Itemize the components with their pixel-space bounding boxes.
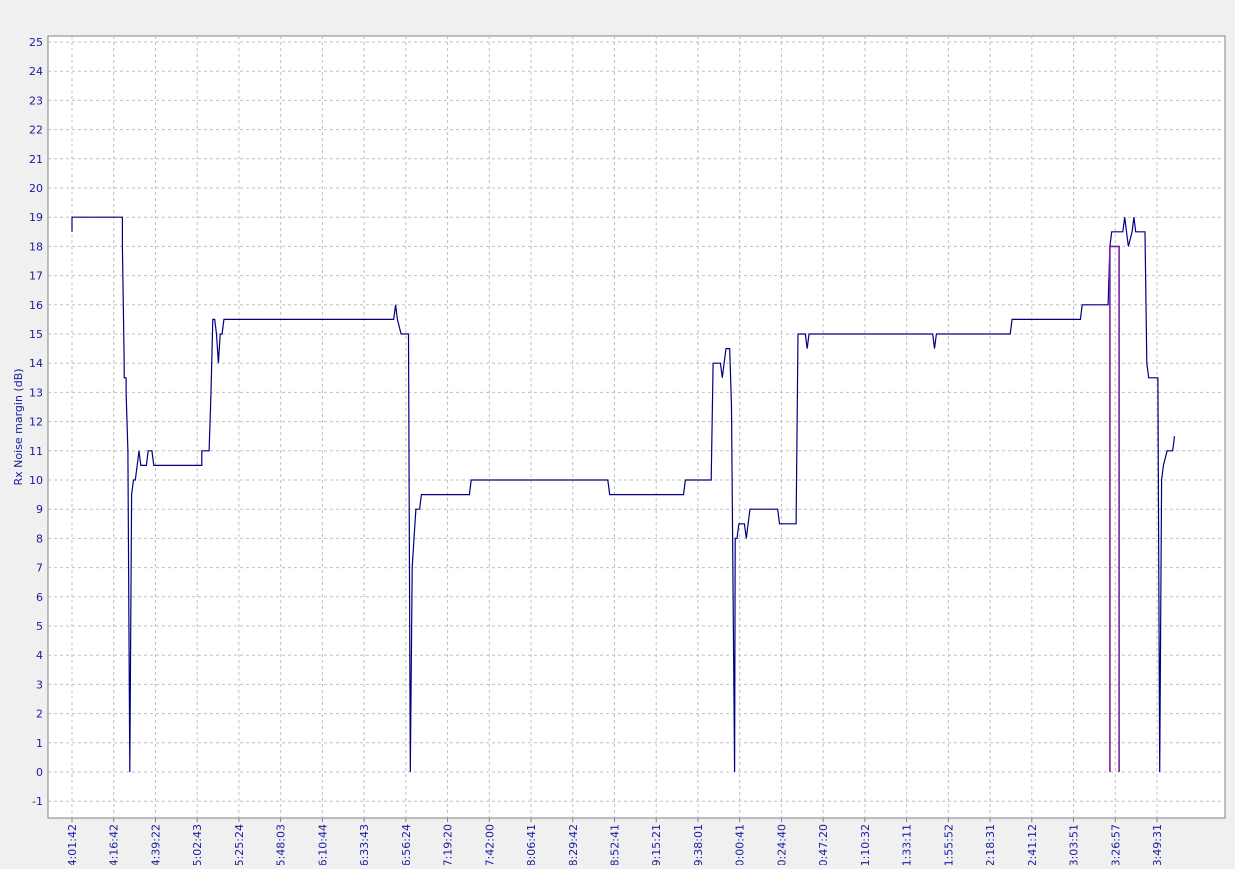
x-tick-label: 17:19:20 [442,824,455,865]
y-tick-label: 22 [29,124,43,137]
y-tick-label: -1 [32,795,43,808]
x-tick-label: 19:38:01 [692,824,705,865]
x-tick-label: 23:26:57 [1109,824,1122,865]
y-tick-label: 8 [36,532,43,545]
y-tick-label: 1 [36,737,43,750]
y-tick-label: 7 [36,562,43,575]
chart-svg: -101234567891011121314151617181920212223… [12,35,1226,869]
y-tick-label: 21 [29,153,43,166]
chart: -1 0 1 2 3 4 5 6 7 8 9 10 11 12 13 14 15 16 17 18 19 20 21 22 23… [0,0,1235,869]
x-tick-label: 20:47:20 [817,824,830,865]
x-tick-label: 21:55:52 [942,824,955,865]
x-tick-label: 14:01:42 [66,824,79,865]
x-tick-label: 15:02:43 [191,824,204,865]
y-axis-label: Rx Noise margin (dB) [12,368,25,485]
y-tick-label: 14 [29,357,43,370]
x-tick-label: 20:00:41 [734,824,747,865]
y-tick-label: 13 [29,386,43,399]
x-tick-label: 15:25:24 [233,824,246,865]
y-tick-label: 15 [29,328,43,341]
x-tick-label: 14:39:22 [149,824,162,865]
x-tick-label: 19:15:21 [650,824,663,865]
x-tick-label: 21:10:32 [859,824,872,865]
y-tick-label: 10 [29,474,43,487]
plot-area [47,35,1226,819]
y-tick-label: 12 [29,416,43,429]
x-tick-label: 18:06:41 [525,824,538,865]
y-tick-label: 0 [36,766,43,779]
y-tick-label: 24 [29,65,43,78]
y-tick-label: 19 [29,211,43,224]
y-tick-labels: -101234567891011121314151617181920212223… [29,36,43,808]
x-tick-label: 18:29:42 [567,824,580,865]
y-tick-label: 18 [29,240,43,253]
x-tick-label: 18:52:41 [609,824,622,865]
x-tick-label: 23:03:51 [1068,824,1081,865]
x-tick-label: 22:41:12 [1026,824,1039,865]
y-tick-label: 17 [29,270,43,283]
x-tick-label: 16:10:44 [316,824,329,865]
x-tick-label: 20:24:40 [775,824,788,865]
y-tick-label: 16 [29,299,43,312]
y-tick-label: 25 [29,36,43,49]
y-tick-label: 6 [36,591,43,604]
y-tick-label: 2 [36,708,43,721]
y-tick-label: 9 [36,503,43,516]
x-tick-label: 16:33:43 [358,824,371,865]
x-tick-label: 22:18:31 [984,824,997,865]
y-tick-label: 4 [36,649,43,662]
x-tick-label: 15:48:03 [275,824,288,865]
y-tick-label: 3 [36,678,43,691]
x-tick-label: 21:33:11 [901,824,914,865]
x-tick-label: 14:16:42 [108,824,121,865]
x-tick-labels: 14:01:42 14:16:42 14:39:22 15:02:43 15:25:24… [66,818,1164,869]
y-tick-label: 11 [29,445,43,458]
x-tick-label: 17:42:00 [483,824,496,865]
x-tick-label: 23:49:31 [1151,824,1164,865]
x-tick-label: 16:56:24 [400,824,413,865]
y-tick-label: 20 [29,182,43,195]
y-tick-label: 23 [29,94,43,107]
y-tick-label: 5 [36,620,43,633]
